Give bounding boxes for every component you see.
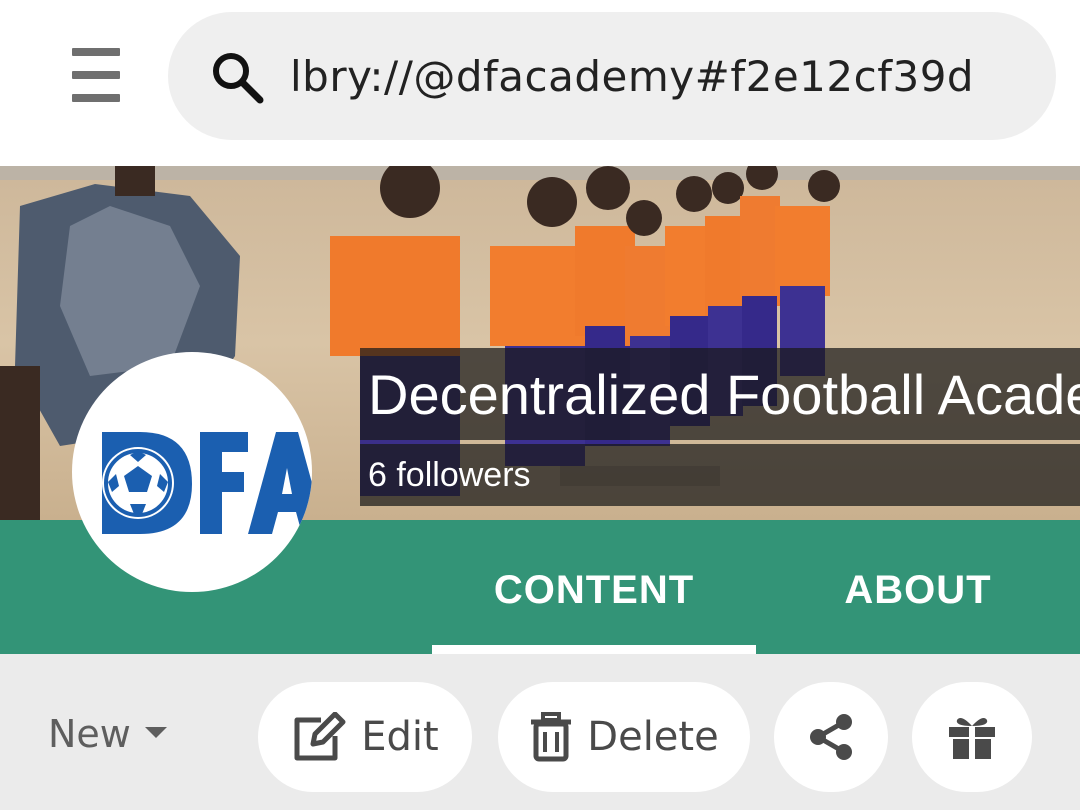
share-button[interactable] xyxy=(774,682,888,792)
search-fade xyxy=(986,32,1026,120)
channel-title-band: Decentralized Football Academy xyxy=(360,348,1080,440)
top-bar xyxy=(0,0,1080,166)
sort-label: New xyxy=(48,712,131,756)
channel-avatar[interactable] xyxy=(72,352,312,592)
dfa-logo xyxy=(102,432,312,534)
channel-title: Decentralized Football Academy xyxy=(368,363,1080,426)
share-icon xyxy=(810,714,852,760)
edit-button[interactable]: Edit xyxy=(258,682,472,792)
followers-count: 6 followers xyxy=(368,456,531,494)
gift-icon xyxy=(949,718,995,759)
caret-down-icon xyxy=(144,727,167,738)
edit-label: Edit xyxy=(361,714,439,760)
search-bar[interactable] xyxy=(168,12,1056,140)
edit-icon xyxy=(294,712,346,761)
channel-action-bar: New Edit Delete xyxy=(0,654,1080,810)
sort-dropdown[interactable]: New xyxy=(48,704,167,764)
tab-about[interactable]: ABOUT xyxy=(790,560,1046,620)
followers-band: 6 followers xyxy=(360,444,1080,506)
delete-label: Delete xyxy=(587,714,719,760)
gift-button[interactable] xyxy=(912,682,1032,792)
trash-icon xyxy=(531,712,572,762)
tab-content[interactable]: CONTENT xyxy=(432,560,756,620)
hamburger-menu-icon[interactable] xyxy=(62,40,130,112)
delete-button[interactable]: Delete xyxy=(498,682,750,792)
search-icon xyxy=(213,53,264,104)
active-tab-indicator xyxy=(432,645,756,654)
search-input[interactable] xyxy=(290,42,1020,110)
